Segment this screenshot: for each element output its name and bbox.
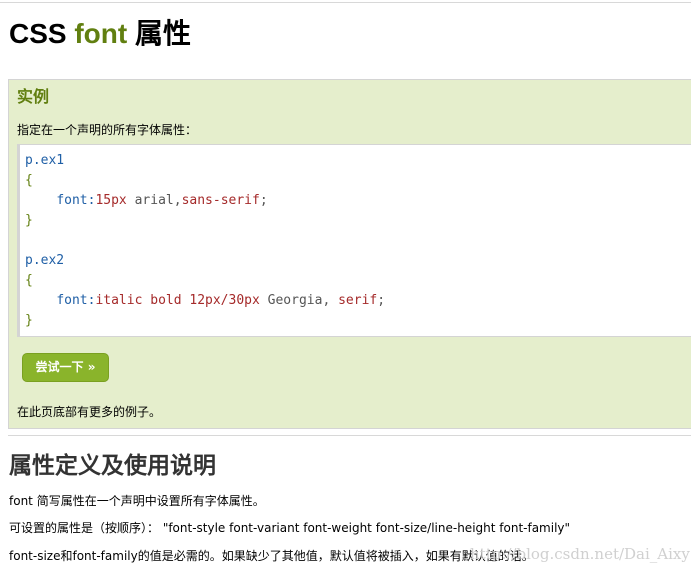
code-semicolon: ; bbox=[377, 293, 386, 308]
page-title-prefix: CSS bbox=[9, 18, 75, 49]
code-line: p.ex1 bbox=[25, 153, 65, 168]
code-comma: , bbox=[322, 293, 339, 308]
code-comma: , bbox=[173, 193, 182, 208]
code-property: font bbox=[56, 293, 88, 308]
code-generic-family: sans-serif bbox=[181, 193, 260, 208]
code-property: font bbox=[56, 193, 88, 208]
example-more-text: 在此页底部有更多的例子。 bbox=[17, 405, 162, 419]
try-it-button[interactable]: 尝试一下 » bbox=[22, 353, 109, 382]
section-title: 属性定义及使用说明 bbox=[9, 452, 216, 478]
section-divider bbox=[8, 435, 691, 436]
code-line: font:italic bold 12px/30px Georgia, seri… bbox=[25, 291, 691, 311]
example-description: 指定在一个声明的所有字体属性： bbox=[17, 123, 198, 137]
code-line: } bbox=[25, 313, 33, 328]
watermark: http://blog.csdn.net/Dai_Aixy bbox=[470, 545, 690, 563]
page-title-suffix: 属性 bbox=[127, 18, 191, 49]
definition-paragraph: font 简写属性在一个声明中设置所有字体属性。 bbox=[9, 494, 265, 508]
code-value: 15px bbox=[95, 193, 127, 208]
code-generic-family: serif bbox=[338, 293, 378, 308]
code-line: { bbox=[25, 273, 33, 288]
code-semicolon: ; bbox=[259, 193, 268, 208]
definition-paragraph: font-size和font-family的值是必需的。如果缺少了其他值，默认值… bbox=[9, 549, 534, 563]
code-line: { bbox=[25, 173, 33, 188]
definition-paragraph: 可设置的属性是（按顺序）： "font-style font-variant f… bbox=[9, 521, 571, 535]
code-font-family: arial bbox=[126, 193, 174, 208]
code-line: } bbox=[25, 213, 33, 228]
code-line: font:15px arial,sans-serif; bbox=[25, 191, 691, 211]
page-title: CSS font 属性 bbox=[9, 16, 191, 52]
code-font-family: Georgia bbox=[259, 293, 323, 308]
top-divider bbox=[0, 2, 691, 3]
example-heading: 实例 bbox=[17, 89, 50, 106]
code-block: p.ex1 { font:15px arial,sans-serif; } p.… bbox=[17, 144, 691, 337]
example-box: 实例 指定在一个声明的所有字体属性： p.ex1 { font:15px ari… bbox=[8, 79, 691, 429]
code-line: p.ex2 bbox=[25, 253, 65, 268]
code-value: italic bold 12px/30px bbox=[95, 293, 260, 308]
page-title-accent: font bbox=[74, 18, 128, 49]
